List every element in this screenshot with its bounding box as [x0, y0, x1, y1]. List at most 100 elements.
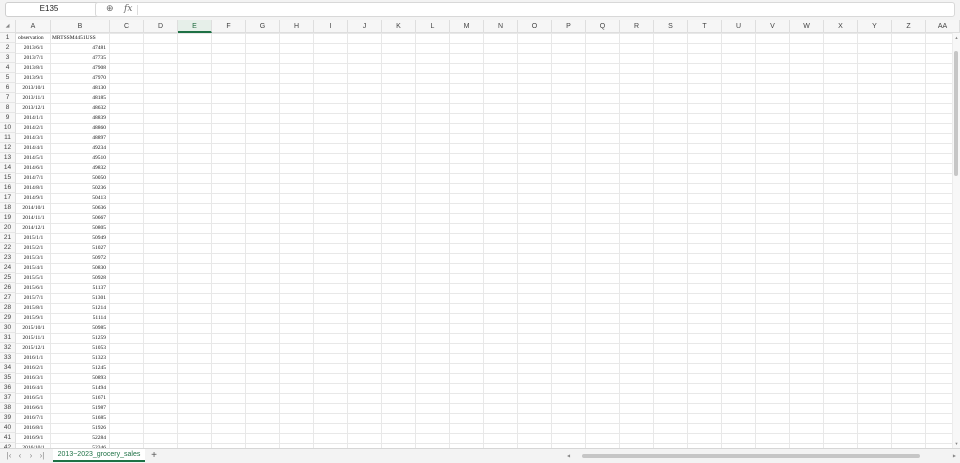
value-cell[interactable]: 51301 — [51, 293, 106, 303]
value-cell[interactable]: 51259 — [51, 333, 106, 343]
date-cell[interactable]: 2016/9/1 — [16, 433, 51, 443]
value-cell[interactable]: 51987 — [51, 403, 106, 413]
horizontal-scroll-thumb[interactable] — [582, 454, 920, 458]
column-header-m[interactable]: M — [450, 20, 484, 33]
row-header-5[interactable]: 5 — [0, 73, 16, 83]
row-header-11[interactable]: 11 — [0, 133, 16, 143]
date-cell[interactable]: 2015/6/1 — [16, 283, 51, 293]
row-header-33[interactable]: 33 — [0, 353, 16, 363]
date-cell[interactable]: 2013/11/1 — [16, 93, 51, 103]
date-cell[interactable]: 2013/6/1 — [16, 43, 51, 53]
value-cell[interactable]: 51214 — [51, 303, 106, 313]
row-header-41[interactable]: 41 — [0, 433, 16, 443]
value-cell[interactable]: 47735 — [51, 53, 106, 63]
row-header-29[interactable]: 29 — [0, 313, 16, 323]
scroll-right-icon[interactable]: ▶ — [953, 452, 956, 460]
value-cell[interactable]: 47970 — [51, 73, 106, 83]
value-cell[interactable]: 47481 — [51, 43, 106, 53]
date-cell[interactable]: 2016/8/1 — [16, 423, 51, 433]
column-header-l[interactable]: L — [416, 20, 450, 33]
column-header-w[interactable]: W — [790, 20, 824, 33]
value-cell[interactable]: 48185 — [51, 93, 106, 103]
row-header-3[interactable]: 3 — [0, 53, 16, 63]
date-cell[interactable]: 2014/1/1 — [16, 113, 51, 123]
row-header-24[interactable]: 24 — [0, 263, 16, 273]
column-header-h[interactable]: H — [280, 20, 314, 33]
row-header-14[interactable]: 14 — [0, 163, 16, 173]
sheet-tab-active[interactable]: 2013~2023_grocery_sales — [53, 449, 145, 462]
value-cell[interactable]: 51027 — [51, 243, 106, 253]
value-cell[interactable]: 47908 — [51, 63, 106, 73]
value-cell[interactable]: 50830 — [51, 263, 106, 273]
date-cell[interactable]: 2015/12/1 — [16, 343, 51, 353]
row-header-27[interactable]: 27 — [0, 293, 16, 303]
value-cell[interactable]: 50928 — [51, 273, 106, 283]
vertical-scroll-thumb[interactable] — [954, 51, 958, 176]
row-header-10[interactable]: 10 — [0, 123, 16, 133]
cell-area[interactable]: observation MRTSSM4451USS 2013/6/1 47481 201… — [16, 33, 960, 448]
date-cell[interactable]: 2013/7/1 — [16, 53, 51, 63]
value-cell[interactable]: 51137 — [51, 283, 106, 293]
column-header-z[interactable]: Z — [892, 20, 926, 33]
date-cell[interactable]: 2015/10/1 — [16, 323, 51, 333]
value-cell[interactable]: 49832 — [51, 163, 106, 173]
first-sheet-icon[interactable]: |‹ — [4, 450, 14, 462]
row-header-6[interactable]: 6 — [0, 83, 16, 93]
date-cell[interactable]: 2016/3/1 — [16, 373, 51, 383]
zoom-icon[interactable]: ⊕ — [106, 3, 114, 14]
date-cell[interactable]: 2016/4/1 — [16, 383, 51, 393]
row-header-16[interactable]: 16 — [0, 183, 16, 193]
value-cell[interactable]: 51685 — [51, 413, 106, 423]
date-cell[interactable]: 2014/10/1 — [16, 203, 51, 213]
date-cell[interactable]: 2014/5/1 — [16, 153, 51, 163]
row-header-12[interactable]: 12 — [0, 143, 16, 153]
column-header-j[interactable]: J — [348, 20, 382, 33]
column-header-c[interactable]: C — [110, 20, 144, 33]
value-cell[interactable]: 50413 — [51, 193, 106, 203]
column-header-u[interactable]: U — [722, 20, 756, 33]
date-cell[interactable]: 2013/9/1 — [16, 73, 51, 83]
value-cell[interactable]: 51671 — [51, 393, 106, 403]
row-header-15[interactable]: 15 — [0, 173, 16, 183]
value-cell[interactable]: 51245 — [51, 363, 106, 373]
horizontal-scrollbar[interactable]: ◀ ▶ — [565, 452, 958, 460]
row-header-34[interactable]: 34 — [0, 363, 16, 373]
column-header-v[interactable]: V — [756, 20, 790, 33]
date-cell[interactable]: 2015/1/1 — [16, 233, 51, 243]
column-header-p[interactable]: P — [552, 20, 586, 33]
date-cell[interactable]: 2014/3/1 — [16, 133, 51, 143]
value-cell[interactable]: 51494 — [51, 383, 106, 393]
value-cell[interactable]: 48130 — [51, 83, 106, 93]
value-cell[interactable]: 50805 — [51, 223, 106, 233]
date-cell[interactable]: 2014/6/1 — [16, 163, 51, 173]
row-header-9[interactable]: 9 — [0, 113, 16, 123]
date-cell[interactable]: 2015/3/1 — [16, 253, 51, 263]
value-cell[interactable]: 51053 — [51, 343, 106, 353]
column-header-t[interactable]: T — [688, 20, 722, 33]
column-header-x[interactable]: X — [824, 20, 858, 33]
date-cell[interactable]: 2015/11/1 — [16, 333, 51, 343]
column-header-o[interactable]: O — [518, 20, 552, 33]
value-cell[interactable]: 48897 — [51, 133, 106, 143]
date-cell[interactable]: 2016/1/1 — [16, 353, 51, 363]
date-cell[interactable]: 2013/12/1 — [16, 103, 51, 113]
row-header-8[interactable]: 8 — [0, 103, 16, 113]
row-header-7[interactable]: 7 — [0, 93, 16, 103]
scroll-left-icon[interactable]: ◀ — [567, 452, 570, 460]
row-header-37[interactable]: 37 — [0, 393, 16, 403]
value-cell[interactable]: 50972 — [51, 253, 106, 263]
header-cell-observation[interactable]: observation — [18, 33, 51, 43]
date-cell[interactable]: 2014/12/1 — [16, 223, 51, 233]
value-cell[interactable]: 49510 — [51, 153, 106, 163]
row-header-2[interactable]: 2 — [0, 43, 16, 53]
column-header-q[interactable]: Q — [586, 20, 620, 33]
row-header-38[interactable]: 38 — [0, 403, 16, 413]
function-icon[interactable]: fx — [124, 4, 132, 14]
row-header-28[interactable]: 28 — [0, 303, 16, 313]
column-header-g[interactable]: G — [246, 20, 280, 33]
row-header-30[interactable]: 30 — [0, 323, 16, 333]
row-header-13[interactable]: 13 — [0, 153, 16, 163]
value-cell[interactable]: 51323 — [51, 353, 106, 363]
row-header-39[interactable]: 39 — [0, 413, 16, 423]
date-cell[interactable]: 2014/8/1 — [16, 183, 51, 193]
